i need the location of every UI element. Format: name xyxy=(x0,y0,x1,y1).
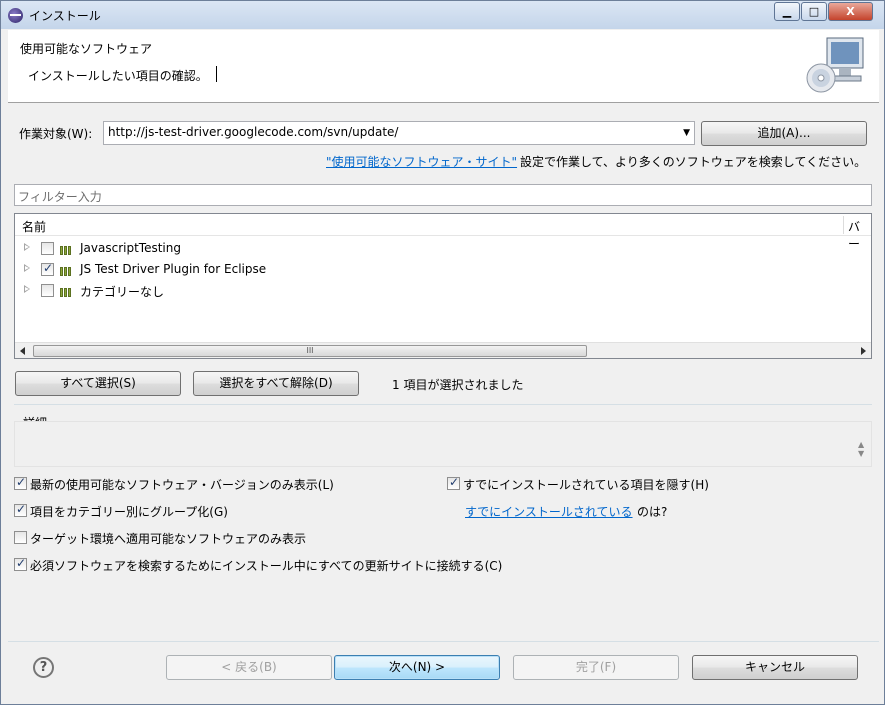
minimize-button[interactable]: ▁ xyxy=(774,2,800,21)
category-icon xyxy=(60,265,74,276)
filter-input[interactable]: フィルター入力 xyxy=(14,184,872,206)
cancel-button[interactable]: キャンセル xyxy=(692,655,858,680)
help-icon[interactable]: ? xyxy=(33,657,54,678)
installed-items-suffix: のは? xyxy=(637,505,668,519)
next-button[interactable]: 次へ(N) > xyxy=(334,655,500,680)
tree-row[interactable]: JavascriptTesting xyxy=(15,238,855,259)
window-title: インストール xyxy=(29,9,101,23)
work-with-combo[interactable]: http://js-test-driver.googlecode.com/svn… xyxy=(103,121,695,145)
group-by-category-label: 項目をカテゴリー別にグループ化(G) xyxy=(30,505,228,519)
category-icon xyxy=(60,244,74,255)
page-message: インストールしたい項目の確認。 xyxy=(28,69,208,83)
monitor-cd-icon xyxy=(806,37,864,93)
close-button[interactable]: X xyxy=(828,2,873,21)
item-checkbox[interactable] xyxy=(41,261,54,276)
column-separator[interactable] xyxy=(843,216,844,234)
expand-arrow-icon[interactable] xyxy=(24,264,30,272)
installed-items-link[interactable]: すでにインストールされている xyxy=(465,503,633,520)
details-area[interactable]: ▲ ▼ xyxy=(14,421,872,467)
install-dialog: インストール ▁ □ X 使用可能なソフトウェア インストールしたい項目の確認。… xyxy=(0,0,885,705)
title-bar: インストール ▁ □ X xyxy=(1,1,884,29)
back-button[interactable]: < 戻る(B) xyxy=(166,655,332,680)
available-sites-hint: 設定で作業して、より多くのソフトウェアを検索してください。 xyxy=(520,155,867,169)
contact-all-sites-checkbox[interactable] xyxy=(14,556,27,571)
select-all-button[interactable]: すべて選択(S) xyxy=(15,371,181,396)
category-icon xyxy=(60,286,74,297)
selection-status: 1 項目が選択されました xyxy=(392,378,524,392)
latest-versions-checkbox[interactable] xyxy=(14,475,27,490)
horizontal-scrollbar[interactable]: III xyxy=(15,342,871,358)
scroll-left-icon[interactable] xyxy=(20,347,25,355)
hide-installed-label: すでにインストールされている項目を隠す(H) xyxy=(463,478,709,492)
tree-row[interactable]: JS Test Driver Plugin for Eclipse xyxy=(15,259,855,280)
available-sites-link[interactable]: "使用可能なソフトウェア・サイト" xyxy=(326,153,517,170)
finish-button[interactable]: 完了(F) xyxy=(513,655,679,680)
item-checkbox[interactable] xyxy=(41,242,54,255)
expand-arrow-icon[interactable] xyxy=(24,243,30,251)
software-tree[interactable]: 名前 バー JavascriptTesting JS Test Driver P… xyxy=(14,213,872,359)
maximize-button[interactable]: □ xyxy=(801,2,827,21)
column-name[interactable]: 名前 xyxy=(22,218,46,235)
tree-row[interactable]: カテゴリーなし xyxy=(15,280,855,301)
tree-item-label: JS Test Driver Plugin for Eclipse xyxy=(80,262,267,276)
contact-all-sites-label: 必須ソフトウェアを検索するためにインストール中にすべての更新サイトに接続する(C… xyxy=(30,559,503,573)
expand-arrow-icon[interactable] xyxy=(24,285,30,293)
page-title: 使用可能なソフトウェア xyxy=(20,42,153,56)
target-only-checkbox[interactable] xyxy=(14,531,27,544)
latest-versions-label: 最新の使用可能なソフトウェア・バージョンのみ表示(L) xyxy=(30,478,334,492)
scroll-thumb[interactable]: III xyxy=(33,345,587,357)
footer-divider xyxy=(8,641,879,642)
eclipse-icon xyxy=(8,8,23,23)
chevron-down-icon[interactable]: ▼ xyxy=(683,128,690,138)
text-caret xyxy=(216,66,217,82)
details-spin-icon[interactable]: ▲ ▼ xyxy=(858,440,864,458)
deselect-all-button[interactable]: 選択をすべて解除(D) xyxy=(193,371,359,396)
work-with-label: 作業対象(W): xyxy=(19,127,93,141)
scroll-right-icon[interactable] xyxy=(861,347,866,355)
tree-item-label: カテゴリーなし xyxy=(80,285,165,299)
tree-header: 名前 バー xyxy=(15,214,871,251)
group-by-category-checkbox[interactable] xyxy=(14,502,27,517)
hide-installed-checkbox[interactable] xyxy=(447,475,460,490)
wizard-header: 使用可能なソフトウェア インストールしたい項目の確認。 xyxy=(8,30,879,103)
work-with-value: http://js-test-driver.googlecode.com/svn… xyxy=(108,125,399,139)
add-site-button[interactable]: 追加(A)... xyxy=(701,121,867,146)
details-divider xyxy=(14,404,872,405)
tree-item-label: JavascriptTesting xyxy=(80,241,181,255)
target-only-label: ターゲット環境へ適用可能なソフトウェアのみ表示 xyxy=(30,532,307,546)
item-checkbox[interactable] xyxy=(41,284,54,297)
